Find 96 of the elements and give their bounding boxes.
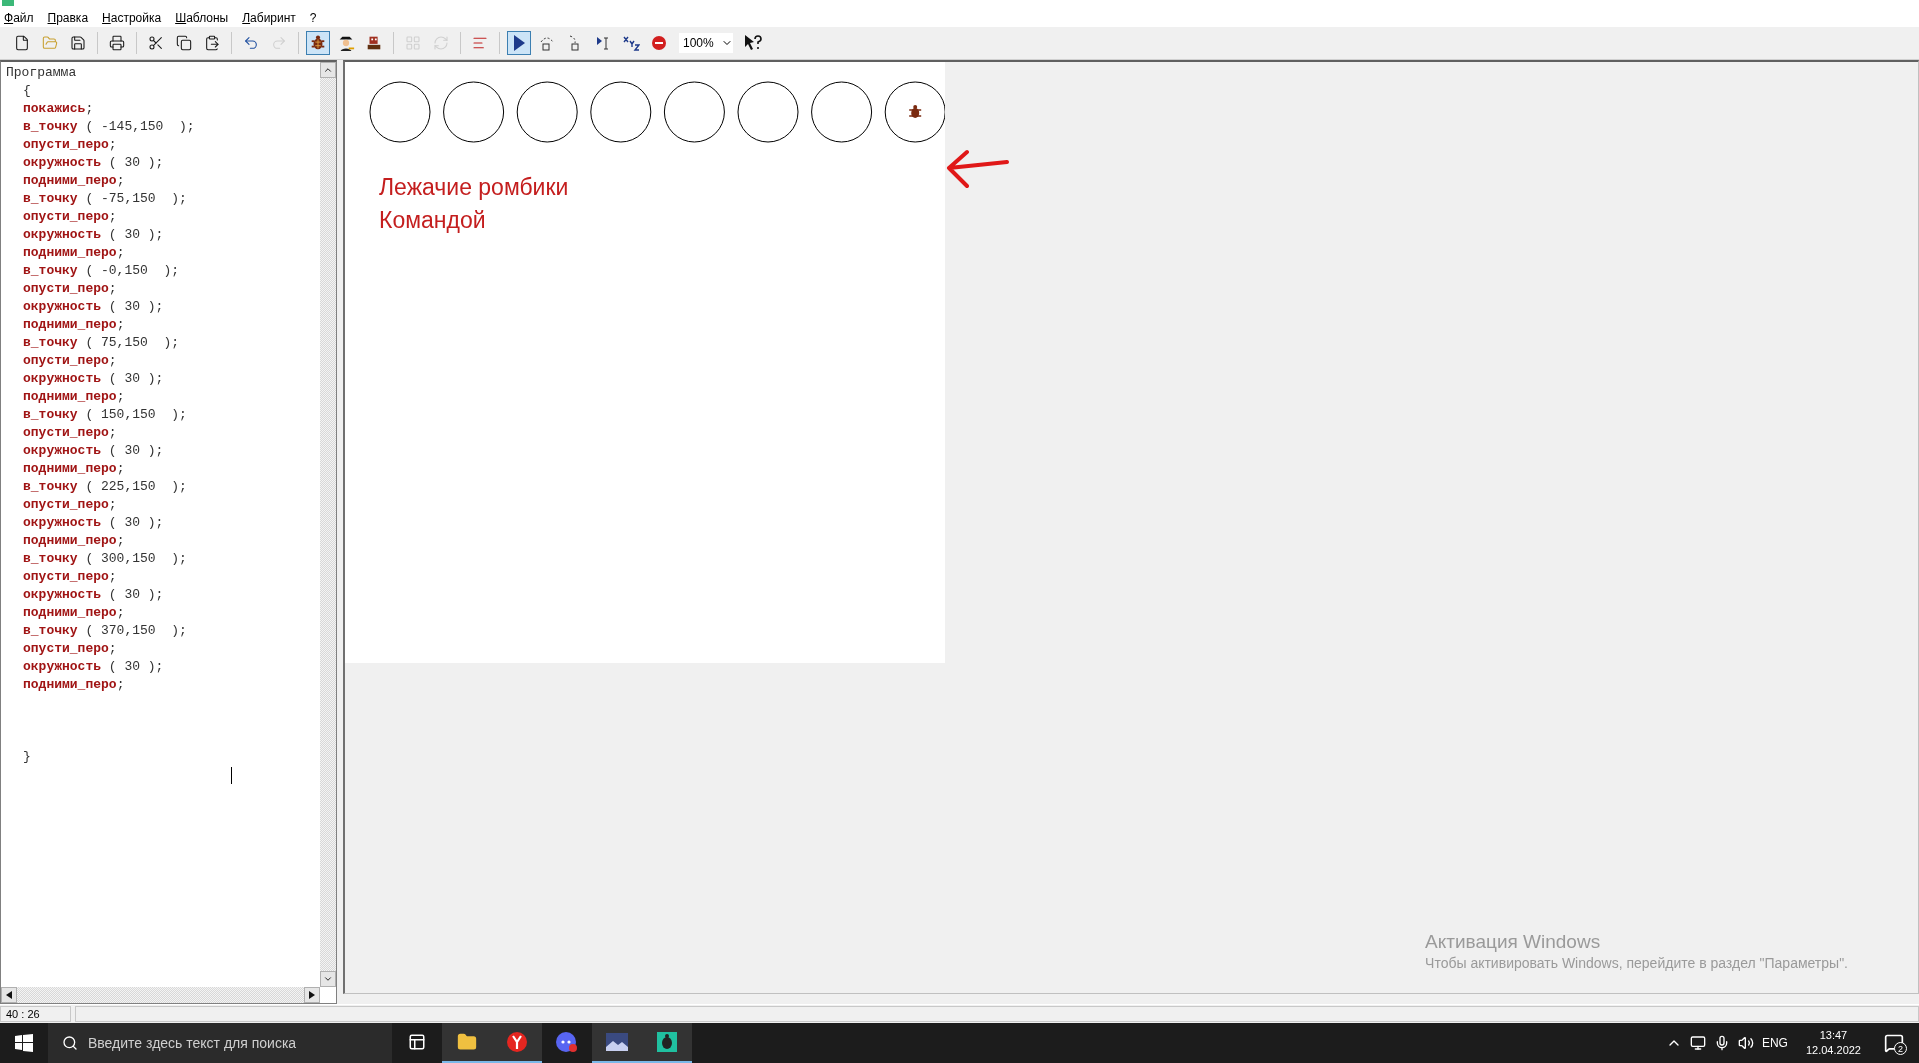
code-line: опусти_перо; bbox=[22, 352, 118, 370]
taskbar-app[interactable] bbox=[642, 1023, 692, 1063]
search-icon bbox=[62, 1035, 78, 1051]
text-cursor bbox=[231, 767, 232, 784]
code-line: в_точку ( -145,150 ); bbox=[22, 118, 196, 136]
toolbar-button[interactable] bbox=[507, 31, 531, 55]
grid-icon bbox=[405, 35, 421, 51]
language-indicator[interactable]: ENG bbox=[1761, 1036, 1788, 1050]
search-field[interactable]: Введите здесь текст для поиска bbox=[48, 1023, 392, 1063]
turtle-icon bbox=[309, 34, 327, 52]
code-line: опусти_перо; bbox=[22, 280, 118, 298]
code-line: подними_перо; bbox=[22, 172, 126, 190]
stop-icon bbox=[651, 35, 667, 51]
code-line: в_точку ( 75,150 ); bbox=[22, 334, 181, 352]
code-line: подними_перо; bbox=[22, 604, 126, 622]
code-line: подними_перо; bbox=[22, 532, 126, 550]
folder-icon bbox=[457, 1032, 477, 1052]
help-icon bbox=[743, 34, 763, 52]
clock-time[interactable]: 13:47 bbox=[1819, 1028, 1848, 1043]
cursor-position: 40 : 26 bbox=[0, 1006, 71, 1022]
vertical-scrollbar[interactable] bbox=[320, 62, 336, 987]
variables-icon bbox=[622, 34, 640, 52]
code-line: окружность ( 30 ); bbox=[22, 442, 165, 460]
picture-icon bbox=[605, 1032, 629, 1052]
toolbar-button[interactable] bbox=[306, 31, 330, 55]
code-line: { bbox=[22, 82, 32, 100]
zoom-dropdown[interactable]: 100% bbox=[679, 33, 733, 53]
code-line: подними_перо; bbox=[22, 316, 126, 334]
task-view-icon bbox=[408, 1033, 426, 1051]
new-file-icon bbox=[14, 35, 30, 51]
menu-item[interactable]: Файл bbox=[4, 10, 34, 25]
code-line: окружность ( 30 ); bbox=[22, 586, 165, 604]
scroll-down-icon bbox=[323, 974, 333, 984]
code-line: опусти_перо; bbox=[22, 640, 118, 658]
code-line: в_точку ( 225,150 ); bbox=[22, 478, 188, 496]
code-line: в_точку ( 300,150 ); bbox=[22, 550, 188, 568]
menu-item[interactable]: Шаблоны bbox=[175, 10, 229, 25]
handwritten-note: Лежачие ромбики bbox=[379, 174, 570, 201]
code-line: в_точку ( -0,150 ); bbox=[22, 262, 181, 280]
windows-logo-icon bbox=[15, 1034, 33, 1052]
code-line: окружность ( 30 ); bbox=[22, 370, 165, 388]
code-line: опусти_перо; bbox=[22, 208, 118, 226]
notification-count: 2 bbox=[1894, 1042, 1907, 1055]
code-line: в_точку ( -75,150 ); bbox=[22, 190, 188, 208]
scroll-left-icon bbox=[6, 991, 12, 999]
chat-app-icon bbox=[555, 1031, 579, 1053]
lines-icon bbox=[472, 35, 488, 51]
taskbar-app[interactable] bbox=[492, 1023, 542, 1063]
code-line: опусти_перо; bbox=[22, 136, 118, 154]
code-line: в_точку ( 370,150 ); bbox=[22, 622, 188, 640]
code-line: в_точку ( 150,150 ); bbox=[22, 406, 188, 424]
clock-date[interactable]: 12.04.2022 bbox=[1805, 1043, 1861, 1058]
menu-item[interactable]: Правка bbox=[47, 10, 89, 25]
robot-icon bbox=[365, 34, 383, 52]
code-line: опусти_перо; bbox=[22, 424, 118, 442]
refresh-icon bbox=[433, 35, 449, 51]
menu-item[interactable]: ? bbox=[309, 10, 317, 25]
code-line: Программа bbox=[6, 64, 78, 82]
code-line: подними_перо; bbox=[22, 388, 126, 406]
code-line: покажись; bbox=[22, 100, 95, 118]
play-icon bbox=[512, 34, 526, 52]
code-line: подними_перо; bbox=[22, 460, 126, 478]
code-line: } bbox=[22, 748, 32, 766]
code-line: опусти_перо; bbox=[22, 568, 118, 586]
print-icon bbox=[109, 35, 125, 51]
volume-icon[interactable] bbox=[1737, 1035, 1754, 1051]
browser-icon bbox=[506, 1031, 528, 1053]
code-line: окружность ( 30 ); bbox=[22, 298, 165, 316]
activation-title: Активация Windows bbox=[1425, 931, 1602, 953]
save-icon bbox=[70, 35, 86, 51]
horizontal-scrollbar[interactable] bbox=[1, 987, 320, 1003]
code-line: опусти_перо; bbox=[22, 496, 118, 514]
taskbar-app[interactable] bbox=[592, 1023, 642, 1063]
open-folder-icon bbox=[42, 35, 58, 51]
undo-icon bbox=[243, 35, 259, 51]
code-line: подними_перо; bbox=[22, 676, 126, 694]
app-icon bbox=[2, 0, 14, 6]
menu-item[interactable]: Лабиринт bbox=[242, 10, 296, 25]
code-line: окружность ( 30 ); bbox=[22, 514, 165, 532]
code-line: подними_перо; bbox=[22, 244, 126, 262]
turtle-app-icon bbox=[656, 1031, 678, 1053]
code-line: окружность ( 30 ); bbox=[22, 154, 165, 172]
menu-item[interactable]: Настройка bbox=[102, 10, 162, 25]
code-line: окружность ( 30 ); bbox=[22, 658, 165, 676]
handwritten-note: Командой bbox=[379, 207, 487, 234]
network-icon[interactable] bbox=[1689, 1035, 1706, 1051]
taskbar-app[interactable] bbox=[442, 1023, 492, 1063]
redo-icon bbox=[271, 35, 287, 51]
cut-icon bbox=[148, 35, 164, 51]
notifications-button[interactable]: 2 bbox=[1879, 1028, 1909, 1058]
scroll-right-icon bbox=[309, 991, 315, 999]
activation-text: Чтобы активировать Windows, перейдите в раздел "Параметры". bbox=[1425, 955, 1848, 971]
copy-icon bbox=[176, 35, 192, 51]
scroll-up-icon bbox=[323, 65, 333, 75]
code-line: окружность ( 30 ); bbox=[22, 226, 165, 244]
paste-icon bbox=[204, 35, 220, 51]
